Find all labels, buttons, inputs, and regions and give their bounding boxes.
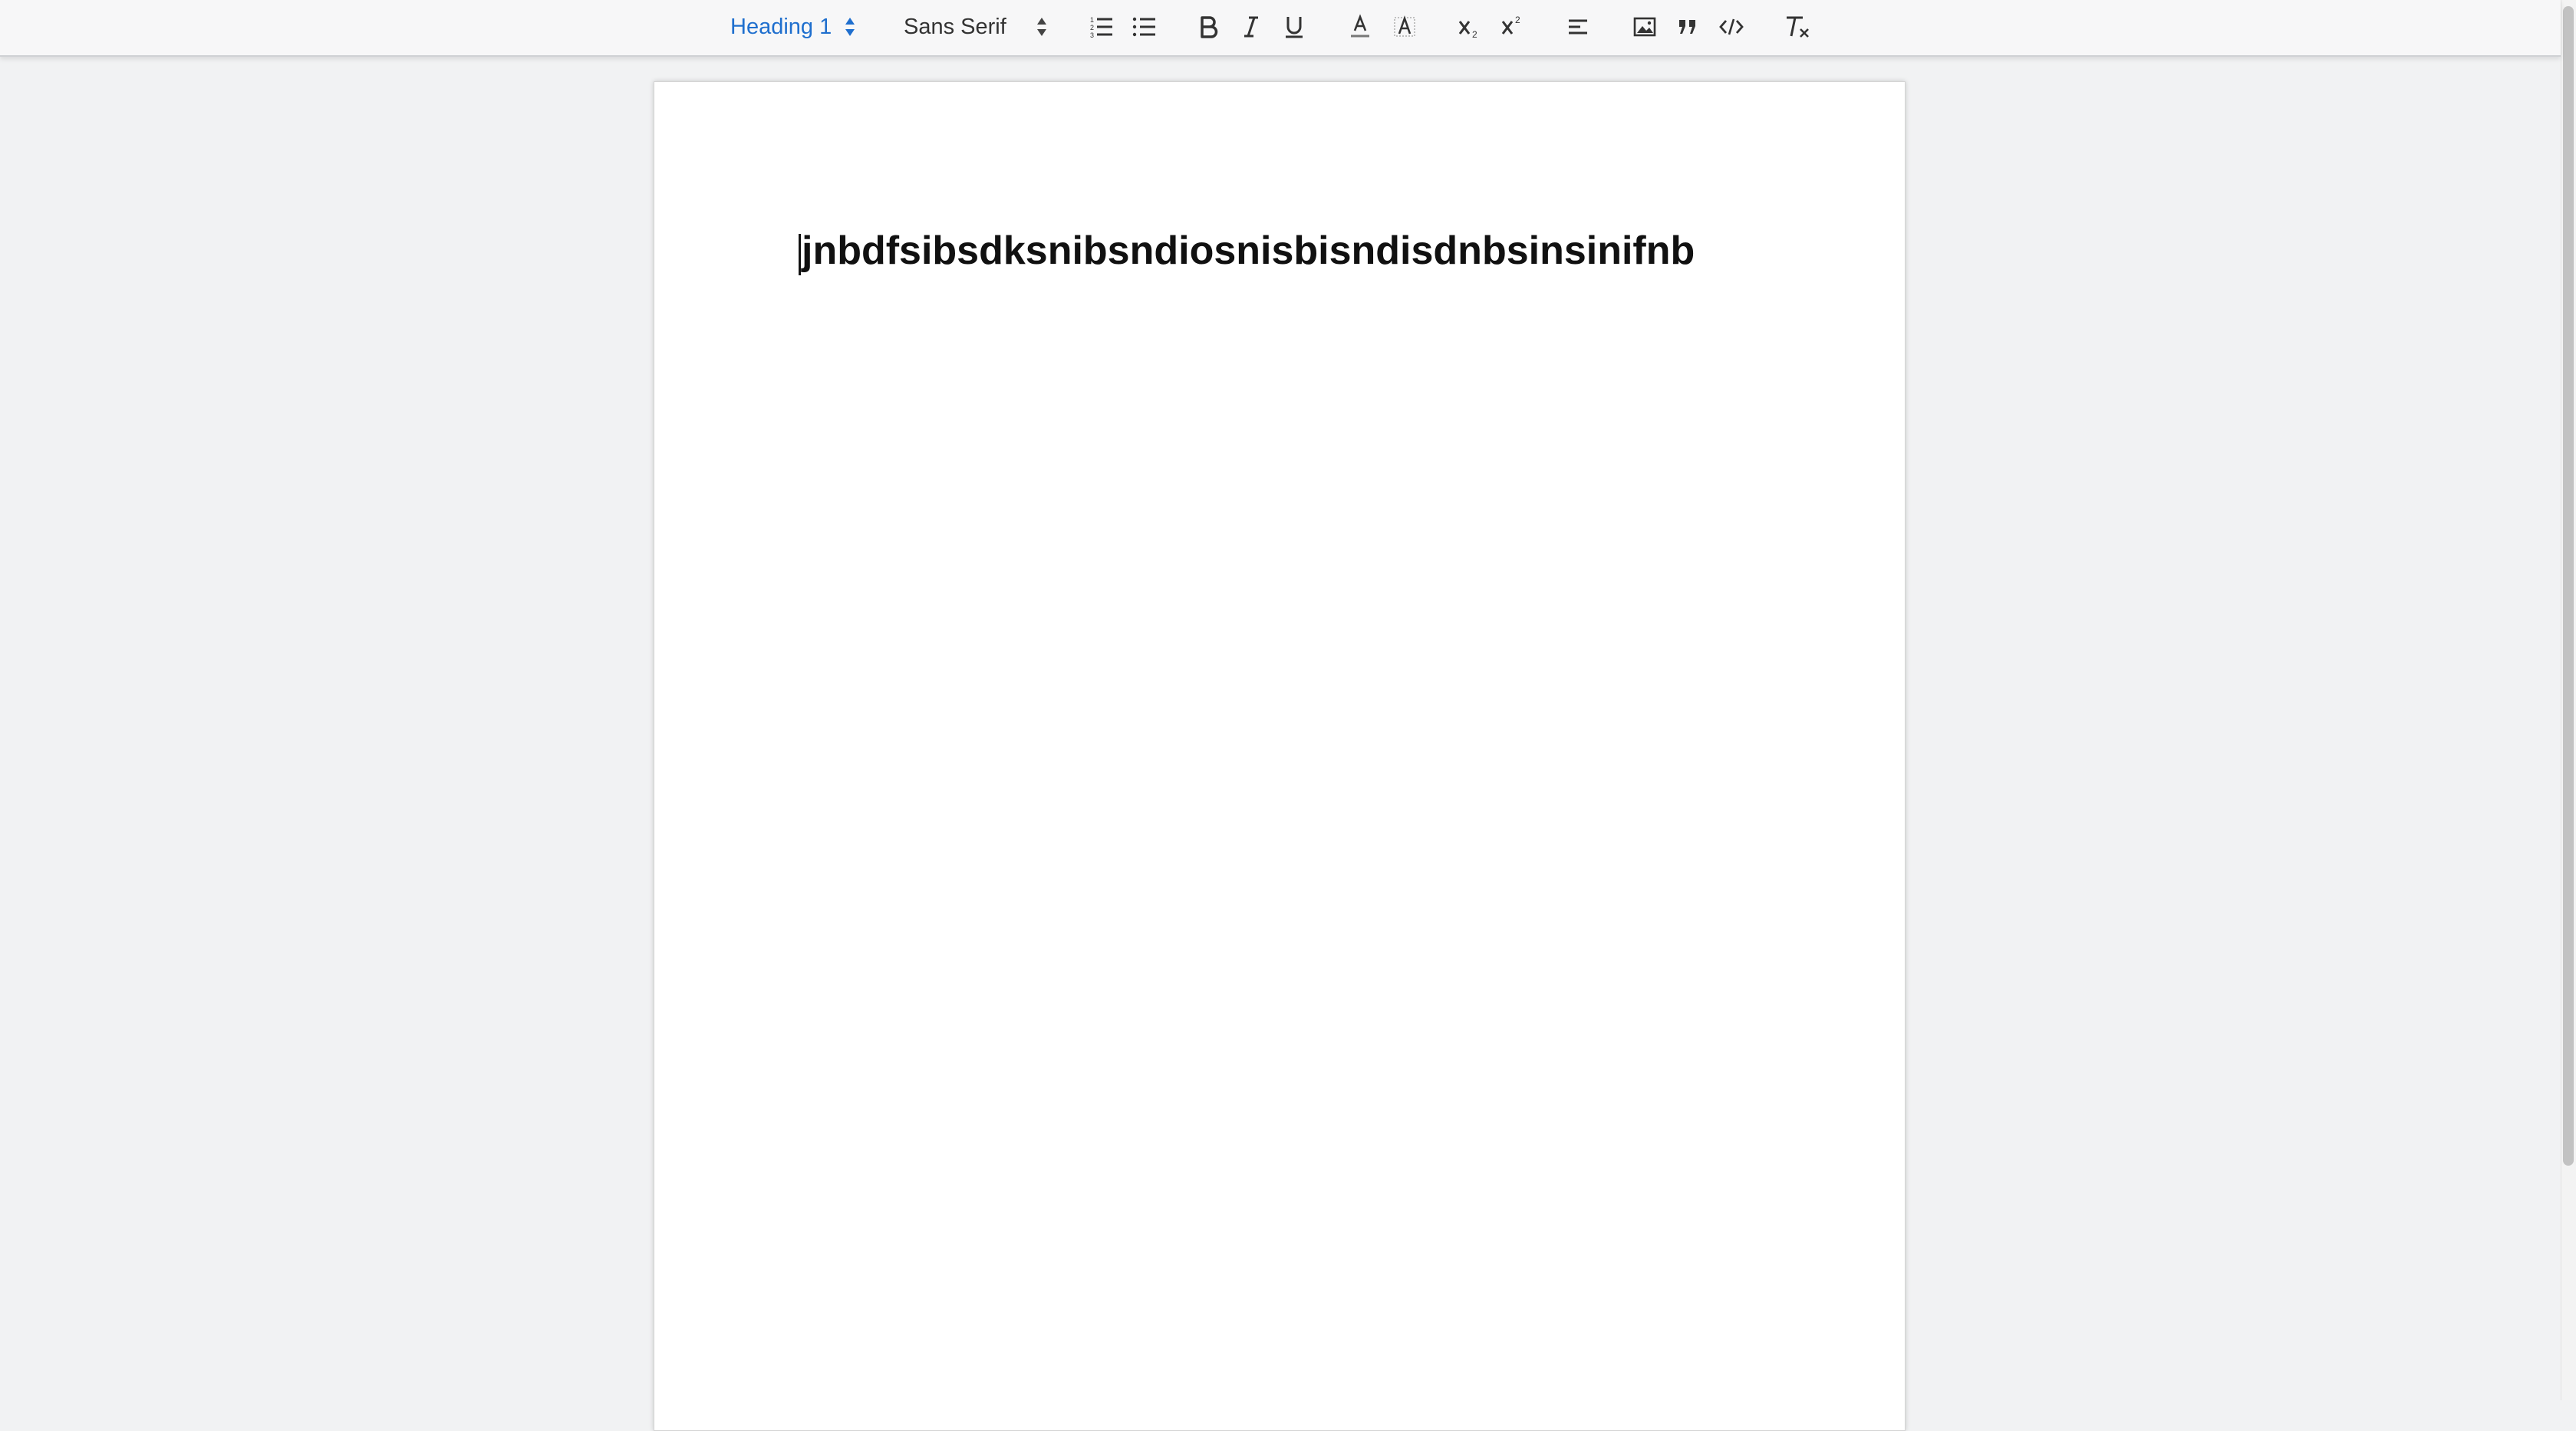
svg-text:2: 2 [1472, 29, 1477, 40]
clear-formatting-button[interactable] [1780, 0, 1815, 54]
bullet-list-button[interactable] [1128, 0, 1161, 54]
underline-icon [1286, 17, 1303, 38]
code-icon [1719, 18, 1744, 35]
editor-toolbar: Heading 1 Sans Serif 1 2 3 2 2 [0, 0, 2561, 57]
image-icon [1633, 17, 1656, 37]
underline-button[interactable] [1278, 0, 1310, 54]
clear-formatting-icon [1787, 16, 1809, 38]
svg-text:1: 1 [1090, 16, 1094, 24]
ordered-list-icon: 1 2 3 [1090, 16, 1112, 39]
scrollbar-thumb[interactable] [2563, 6, 2574, 1166]
subscript-button[interactable]: 2 [1453, 0, 1487, 54]
background-color-button[interactable] [1388, 0, 1421, 54]
font-picker-label: Sans Serif [904, 14, 1006, 39]
svg-text:2: 2 [1515, 15, 1520, 25]
insert-image-button[interactable] [1628, 0, 1662, 54]
heading-format-picker[interactable]: Heading 1 [730, 0, 862, 54]
italic-icon [1244, 16, 1258, 38]
text-color-icon [1351, 14, 1369, 38]
font-family-picker[interactable]: Sans Serif [904, 0, 1049, 54]
heading-picker-label: Heading 1 [730, 14, 832, 39]
vertical-scrollbar[interactable] [2561, 0, 2576, 1400]
chevron-updown-icon [845, 18, 855, 36]
align-button[interactable] [1562, 0, 1596, 54]
svg-text:3: 3 [1090, 31, 1094, 39]
text-cursor [799, 234, 801, 275]
document-page[interactable]: jnbdfsibsdksnibsndiosnisbisndisdnbsinsin… [654, 81, 1906, 1431]
bold-icon [1201, 16, 1218, 38]
blockquote-icon [1679, 20, 1695, 34]
superscript-icon: 2 [1501, 15, 1520, 35]
chevron-updown-icon [1037, 18, 1046, 36]
svg-text:2: 2 [1090, 24, 1094, 31]
blockquote-button[interactable] [1671, 0, 1705, 54]
document-heading[interactable]: jnbdfsibsdksnibsndiosnisbisndisdnbsinsin… [802, 228, 1695, 274]
subscript-icon: 2 [1458, 21, 1477, 40]
code-block-button[interactable] [1714, 0, 1749, 54]
superscript-button[interactable]: 2 [1496, 0, 1530, 54]
italic-button[interactable] [1235, 0, 1267, 54]
ordered-list-button[interactable]: 1 2 3 [1085, 0, 1118, 54]
highlight-icon [1394, 15, 1415, 37]
bold-button[interactable] [1192, 0, 1224, 54]
text-color-button[interactable] [1344, 0, 1376, 54]
bullet-list-icon [1132, 17, 1155, 37]
align-left-icon [1569, 19, 1587, 35]
